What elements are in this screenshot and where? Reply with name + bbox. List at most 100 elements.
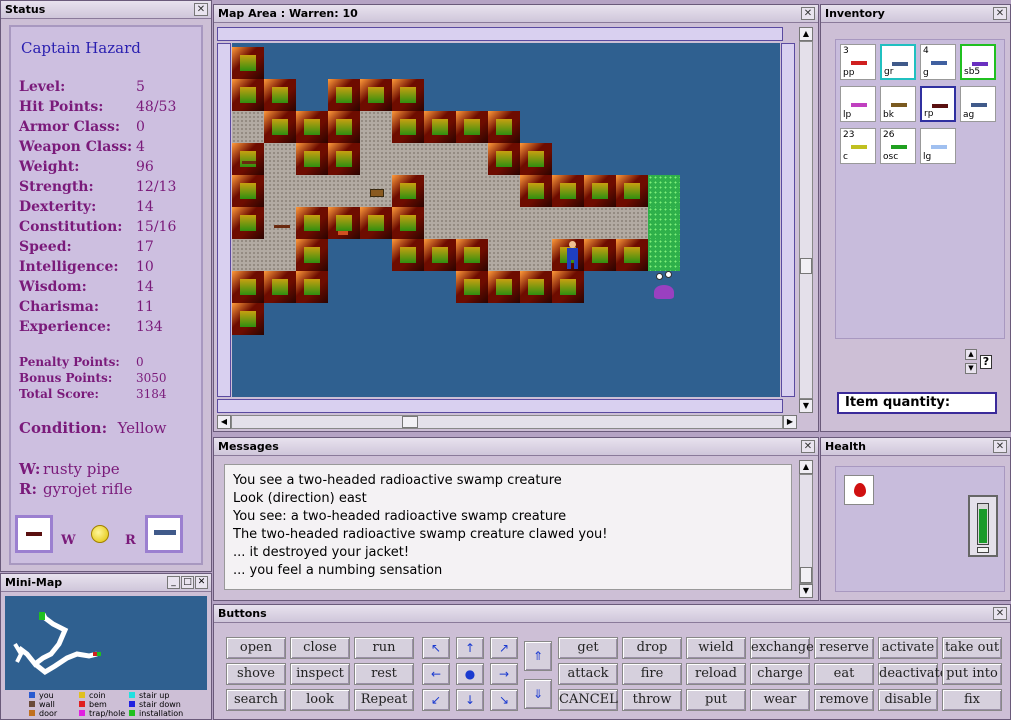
action-button-fire[interactable]: fire: [622, 663, 682, 685]
minimize-button[interactable]: _: [167, 576, 180, 589]
action-button-cancel[interactable]: CANCEL: [558, 689, 618, 711]
move-southeast-icon[interactable]: ↘: [490, 689, 518, 711]
map-close-button[interactable]: ✕: [801, 7, 815, 20]
action-button-put-into[interactable]: put into: [942, 663, 1002, 685]
map-view[interactable]: [232, 43, 780, 397]
inventory-slot[interactable]: bk: [880, 86, 916, 122]
wall-tile: [488, 143, 520, 175]
action-button-remove[interactable]: remove: [814, 689, 874, 711]
move-south-icon[interactable]: ↓: [456, 689, 484, 711]
move-east-icon[interactable]: →: [490, 663, 518, 685]
floor-tile: [296, 175, 328, 207]
action-button-wear[interactable]: wear: [750, 689, 810, 711]
health-close-button[interactable]: ✕: [993, 440, 1007, 453]
action-button-reload[interactable]: reload: [686, 663, 746, 685]
inventory-close-button[interactable]: ✕: [993, 7, 1007, 20]
inventory-scroll-down-icon[interactable]: ▼: [965, 363, 977, 374]
help-button[interactable]: ?: [980, 355, 992, 369]
action-button-take-out[interactable]: take out: [942, 637, 1002, 659]
action-button-disable[interactable]: disable: [878, 689, 938, 711]
action-button-exchange[interactable]: exchange: [750, 637, 814, 659]
map-scroll-left-arrow[interactable]: ◀: [217, 415, 231, 429]
inventory-slot[interactable]: gr: [880, 44, 916, 80]
move-north-icon[interactable]: ↑: [456, 637, 484, 659]
pipe-icon: [26, 532, 42, 536]
messages-vertical-scrollbar[interactable]: [799, 474, 813, 584]
legend-label: installation: [139, 709, 184, 718]
action-button-drop[interactable]: drop: [622, 637, 682, 659]
action-button-rest[interactable]: rest: [354, 663, 414, 685]
action-button-get[interactable]: get: [558, 637, 618, 659]
action-button-fix[interactable]: fix: [942, 689, 1002, 711]
action-button-shove[interactable]: shove: [226, 663, 286, 685]
map-title: Map Area : Warren: 10: [214, 5, 818, 23]
minimap-view[interactable]: [5, 596, 207, 690]
action-button-charge[interactable]: charge: [750, 663, 810, 685]
status-close-button[interactable]: ✕: [194, 3, 208, 16]
inventory-slot[interactable]: lp: [840, 86, 876, 122]
wielded-reserve: W: rusty pipe R: gyrojet rifle: [19, 459, 132, 499]
item-icon: [851, 145, 867, 149]
messages-close-button[interactable]: ✕: [801, 440, 815, 453]
wield-slot[interactable]: [15, 515, 53, 553]
action-button-reserve[interactable]: reserve: [814, 637, 874, 659]
inventory-slot[interactable]: ag: [960, 86, 996, 122]
map-vertical-scroll-thumb[interactable]: [800, 258, 812, 274]
map-vertical-scrollbar[interactable]: [799, 41, 813, 399]
action-button-attack[interactable]: attack: [558, 663, 618, 685]
inventory-slot[interactable]: 3 pp: [840, 44, 876, 80]
close-button[interactable]: ✕: [195, 576, 208, 589]
map-horizontal-scrollbar[interactable]: [231, 415, 783, 429]
health-gauge-track: [977, 503, 989, 545]
inventory-title: Inventory: [821, 5, 1010, 23]
action-button-inspect[interactable]: inspect: [290, 663, 350, 685]
action-button-open[interactable]: open: [226, 637, 286, 659]
inventory-scroll-up-icon[interactable]: ▲: [965, 349, 977, 360]
action-button-activate[interactable]: activate: [878, 637, 938, 659]
points-row: Penalty Points: 0: [19, 355, 167, 371]
action-button-eat[interactable]: eat: [814, 663, 874, 685]
inventory-slot[interactable]: 26 osc: [880, 128, 916, 164]
message-log: You see a two-headed radioactive swamp c…: [224, 464, 792, 590]
map-scroll-up-arrow[interactable]: ▲: [799, 27, 813, 41]
move-center-icon[interactable]: ●: [456, 663, 484, 685]
maximize-button[interactable]: □: [181, 576, 194, 589]
move-southwest-icon[interactable]: ↙: [422, 689, 450, 711]
wall-tile: [392, 79, 424, 111]
inventory-slot[interactable]: rp: [920, 86, 956, 122]
wall-tile: [456, 271, 488, 303]
inventory-slot[interactable]: 4g: [920, 44, 956, 80]
action-button-repeat[interactable]: Repeat: [354, 689, 414, 711]
map-scroll-right-arrow[interactable]: ▶: [783, 415, 797, 429]
messages-scroll-thumb[interactable]: [800, 567, 812, 583]
floor-tile: [264, 239, 296, 271]
wield-label: W:: [19, 460, 41, 478]
inventory-slot[interactable]: lg: [920, 128, 956, 164]
inventory-slot[interactable]: sb5: [960, 44, 996, 80]
stat-row: Charisma: 11: [19, 299, 176, 319]
move-west-icon[interactable]: ←: [422, 663, 450, 685]
messages-scroll-up-arrow[interactable]: ▲: [799, 460, 813, 474]
action-button-wield[interactable]: wield: [686, 637, 746, 659]
move-northwest-icon[interactable]: ↖: [422, 637, 450, 659]
wall-tile: [392, 207, 424, 239]
inventory-slot[interactable]: 23 c: [840, 128, 876, 164]
floor-tile: [264, 207, 296, 239]
messages-scroll-down-arrow[interactable]: ▼: [799, 584, 813, 598]
legend-swatch: [79, 701, 85, 707]
reserve-slot[interactable]: [145, 515, 183, 553]
move-northeast-icon[interactable]: ↗: [490, 637, 518, 659]
item-quantity-field[interactable]: Item quantity:: [837, 392, 997, 414]
map-scroll-down-arrow[interactable]: ▼: [799, 399, 813, 413]
buttons-close-button[interactable]: ✕: [993, 607, 1007, 620]
action-button-deactivate[interactable]: deactivate: [878, 663, 947, 685]
action-button-search[interactable]: search: [226, 689, 286, 711]
level-up-icon[interactable]: ⇑: [524, 641, 552, 671]
level-down-icon[interactable]: ⇓: [524, 679, 552, 709]
action-button-run[interactable]: run: [354, 637, 414, 659]
action-button-throw[interactable]: throw: [622, 689, 682, 711]
map-horizontal-scroll-thumb[interactable]: [402, 416, 418, 428]
action-button-look[interactable]: look: [290, 689, 350, 711]
action-button-close[interactable]: close: [290, 637, 350, 659]
action-button-put[interactable]: put: [686, 689, 746, 711]
